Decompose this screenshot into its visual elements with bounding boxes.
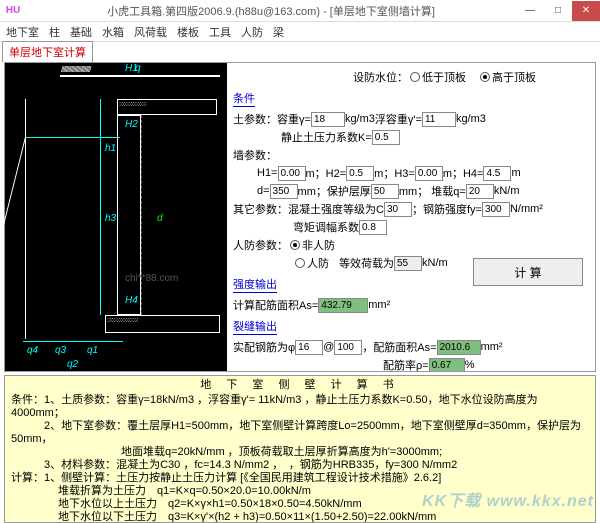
output-as-actual [437,340,481,355]
input-eq-load[interactable] [394,256,422,271]
menu-defense[interactable]: 人防 [241,24,263,40]
output-as [318,298,368,313]
app-icon: HU [4,2,22,20]
minimize-button[interactable]: — [516,1,544,21]
menu-basement[interactable]: 地下室 [6,24,39,40]
radio-no-defense[interactable] [290,240,300,250]
menu-wind[interactable]: 风荷载 [134,24,167,40]
menu-beam[interactable]: 梁 [273,24,284,40]
input-h1[interactable] [278,166,306,181]
input-k[interactable] [372,130,400,145]
diagram-canvas: //////////////////////// q H1 :·:·:·:·:·… [5,63,227,371]
input-fy[interactable] [482,202,510,217]
menu-foundation[interactable]: 基础 [70,24,92,40]
group-strength: 强度输出 [233,276,277,293]
group-crack: 裂缝输出 [233,318,277,335]
maximize-button[interactable]: □ [544,1,572,21]
water-level-label: 设防水位： [353,69,408,85]
close-button[interactable]: ✕ [572,1,600,21]
output-ratio [429,358,465,372]
menubar: 地下室 柱 基础 水箱 风荷载 楼板 工具 人防 梁 [0,22,600,42]
calculate-button[interactable]: 计 算 [473,258,583,286]
radio-defense[interactable] [295,258,305,268]
input-h2[interactable] [346,166,374,181]
radio-below-slab[interactable] [410,72,420,82]
radio-above-slab[interactable] [480,72,490,82]
input-gamma[interactable] [311,112,345,127]
input-h3[interactable] [415,166,443,181]
input-gamma-sub[interactable] [422,112,456,127]
window-title: 小虎工具箱.第四版2006.9.(h88u@163.com) - [单层地下室侧… [26,3,516,19]
watermark: KK下载 www.kkx.net [422,487,594,511]
menu-tank[interactable]: 水箱 [102,24,124,40]
input-q[interactable] [466,184,494,199]
input-cover[interactable] [371,184,399,199]
menu-slab[interactable]: 楼板 [177,24,199,40]
menu-tools[interactable]: 工具 [209,24,231,40]
input-moment-coef[interactable] [359,220,387,235]
tab-single-basement[interactable]: 单层地下室计算 [2,41,93,62]
report-title: 地 下 室 侧 壁 计 算 书 [11,379,589,392]
input-bar-spacing[interactable] [334,340,362,355]
input-d[interactable] [270,184,298,199]
input-h4[interactable] [483,166,511,181]
group-conditions: 条件 [233,90,255,107]
input-bar-dia[interactable] [295,340,323,355]
menu-column[interactable]: 柱 [49,24,60,40]
input-concrete[interactable] [384,202,412,217]
